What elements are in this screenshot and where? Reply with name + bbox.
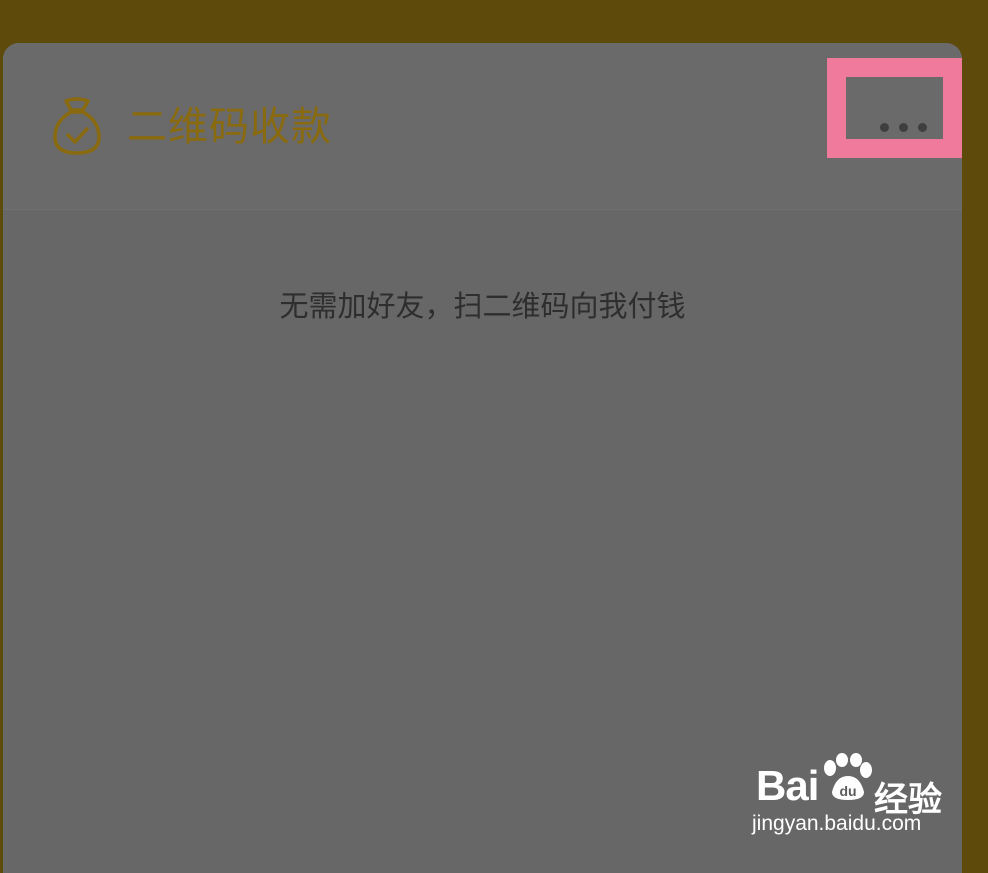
more-dot-icon <box>879 122 889 132</box>
card-header: 二维码收款 <box>3 43 962 210</box>
money-bag-icon <box>53 97 101 155</box>
baidu-jingyan-watermark: Bai du 经验 jingyan.baidu.com <box>752 742 952 842</box>
more-options-button[interactable] <box>863 99 943 155</box>
svg-text:du: du <box>839 783 856 799</box>
more-dot-icon <box>917 122 927 132</box>
paw-logo-icon: du <box>824 753 872 800</box>
watermark-brand-logo: Bai <box>756 762 819 809</box>
page-title: 二维码收款 <box>127 104 332 150</box>
more-dot-icon <box>898 122 908 132</box>
subtitle-text: 无需加好友，扫二维码向我付钱 <box>279 289 686 323</box>
watermark-url: jingyan.baidu.com <box>752 812 922 835</box>
